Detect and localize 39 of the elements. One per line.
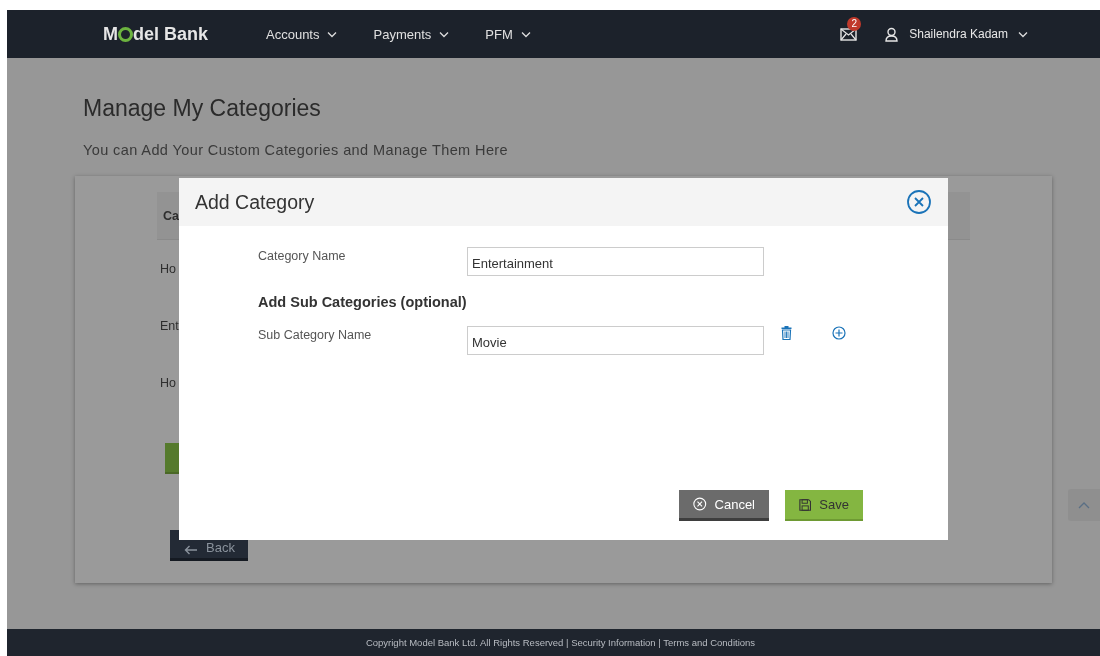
mail-button[interactable]: 2 xyxy=(840,16,862,41)
page-subtitle: You can Add Your Custom Categories and Manage Them Here xyxy=(83,141,509,160)
column-header: Ca xyxy=(163,208,179,223)
table-cell: Ent xyxy=(160,318,179,333)
chevron-up-icon xyxy=(1078,501,1090,509)
mail-icon xyxy=(840,27,858,41)
text-field[interactable]: Movie xyxy=(467,326,764,355)
nav-menu[interactable]: PFM xyxy=(485,26,531,42)
cancel-icon xyxy=(693,496,707,512)
page-title: Manage My Categories xyxy=(83,94,321,123)
logo-mark-icon xyxy=(118,26,133,42)
table-cell: Ho xyxy=(160,261,176,276)
notification-badge: 2 xyxy=(847,16,862,31)
chevron-down-icon xyxy=(520,30,531,38)
user-menu[interactable]: Shailendra Kadam xyxy=(884,26,1028,42)
logo-text: M xyxy=(103,23,118,45)
nav-menu[interactable]: Accounts xyxy=(266,26,338,42)
arrow-left-icon xyxy=(184,545,198,555)
cancel-button[interactable]: Cancel xyxy=(679,490,769,521)
section-heading: Add Sub Categories (optional) xyxy=(258,294,467,310)
footer-text: Copyright Model Bank Ltd. All Rights Reserved | Security Information | Terms and Conditions xyxy=(365,637,756,648)
footer-link[interactable]: Security Information xyxy=(571,637,656,648)
logo-text: del Bank xyxy=(133,23,209,45)
table-cell: Ho xyxy=(160,375,176,390)
chevron-down-icon xyxy=(1018,30,1028,38)
modal-title: Add Category xyxy=(195,190,315,214)
field-label: Sub Category Name xyxy=(258,327,373,342)
footer-link[interactable]: Terms and Conditions xyxy=(663,637,756,648)
save-button[interactable]: Save xyxy=(785,490,863,521)
plus-circle-icon[interactable] xyxy=(832,326,846,340)
text-field[interactable]: Entertainment xyxy=(467,247,764,276)
chevron-down-icon xyxy=(439,30,450,38)
close-icon[interactable] xyxy=(906,189,932,215)
nav-menu[interactable]: Payments xyxy=(373,26,450,42)
field-label: Category Name xyxy=(258,248,347,263)
chevron-down-icon xyxy=(327,30,338,38)
user-icon xyxy=(884,26,900,42)
logo[interactable]: M del Bank xyxy=(103,23,266,45)
trash-icon[interactable] xyxy=(781,326,792,340)
